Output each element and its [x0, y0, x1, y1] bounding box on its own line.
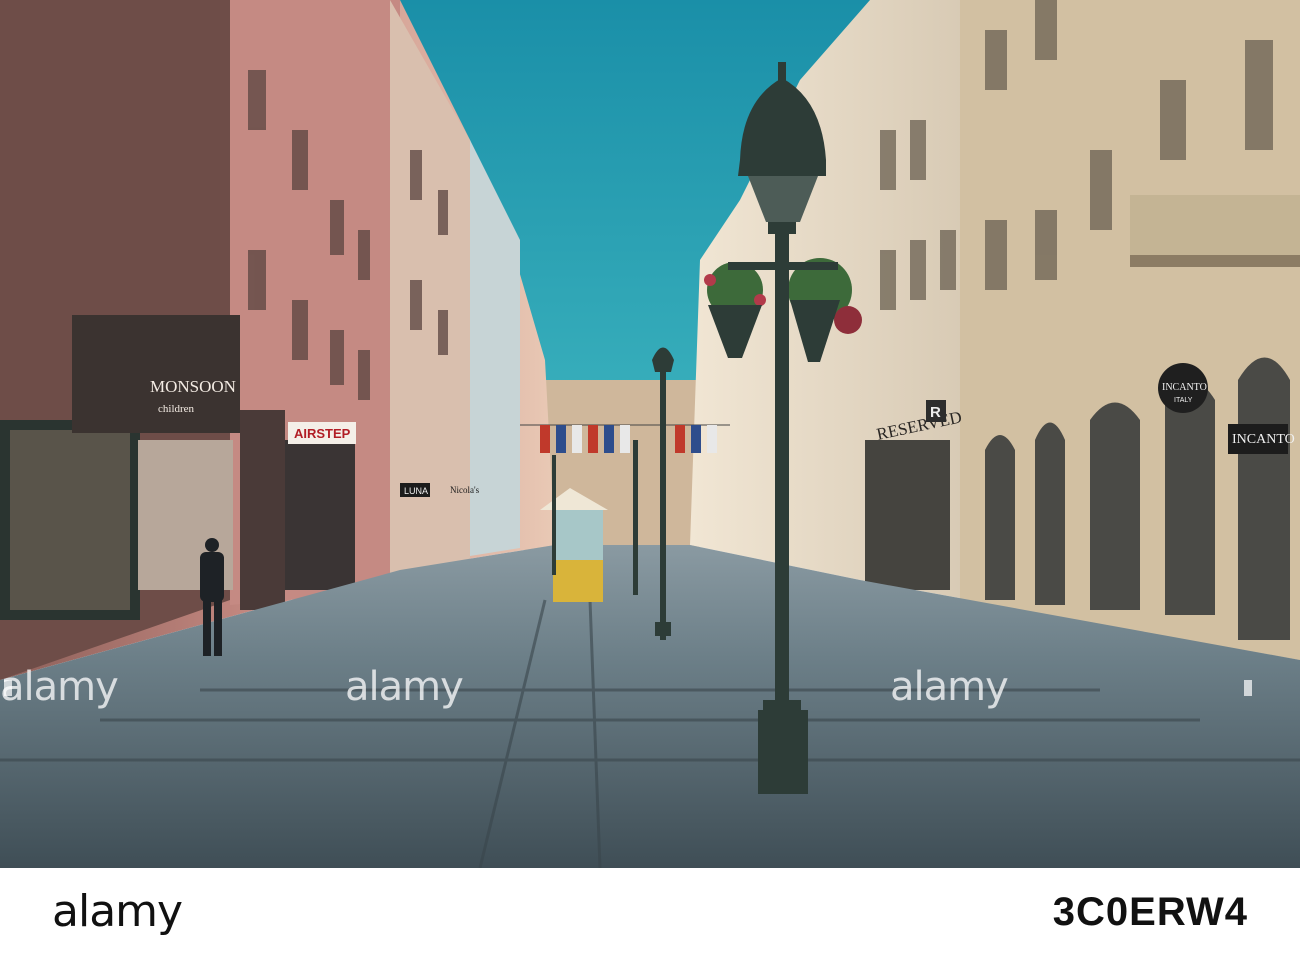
alamy-logo[interactable]: alamy [52, 886, 183, 937]
footer-bar: alamy 3C0ERW4 [0, 868, 1300, 956]
nicola-sign-text: Nicola's [450, 485, 480, 495]
nicola-sign: Nicola's [450, 485, 480, 495]
watermark-1: alamy [0, 664, 119, 710]
street-photo: MONSOON children AIRSTEP LUNA Nicola's R… [0, 0, 1300, 868]
image-id: 3C0ERW4 [1052, 890, 1248, 934]
luna-sign: LUNA [400, 483, 430, 497]
incanto-small-sign-subtext: ITALY [1174, 397, 1193, 404]
incanto-large-sign: INCANTO [1228, 424, 1295, 454]
incanto-small-sign-text: INCANTO [1162, 382, 1207, 393]
watermark-tick [1244, 680, 1252, 696]
incanto-large-sign-text: INCANTO [1232, 432, 1295, 447]
watermark-2: alamy [345, 664, 464, 710]
monsoon-sign-subtext: children [158, 403, 195, 415]
incanto-small-sign: INCANTO ITALY [1158, 363, 1208, 413]
reserved-logo-text: R [930, 404, 941, 421]
airstep-sign-text: AIRSTEP [294, 426, 351, 441]
monsoon-sign-text: MONSOON [150, 377, 236, 396]
airstep-sign: AIRSTEP [288, 422, 356, 444]
luna-sign-text: LUNA [404, 486, 428, 496]
watermark-3: alamy [890, 664, 1009, 710]
